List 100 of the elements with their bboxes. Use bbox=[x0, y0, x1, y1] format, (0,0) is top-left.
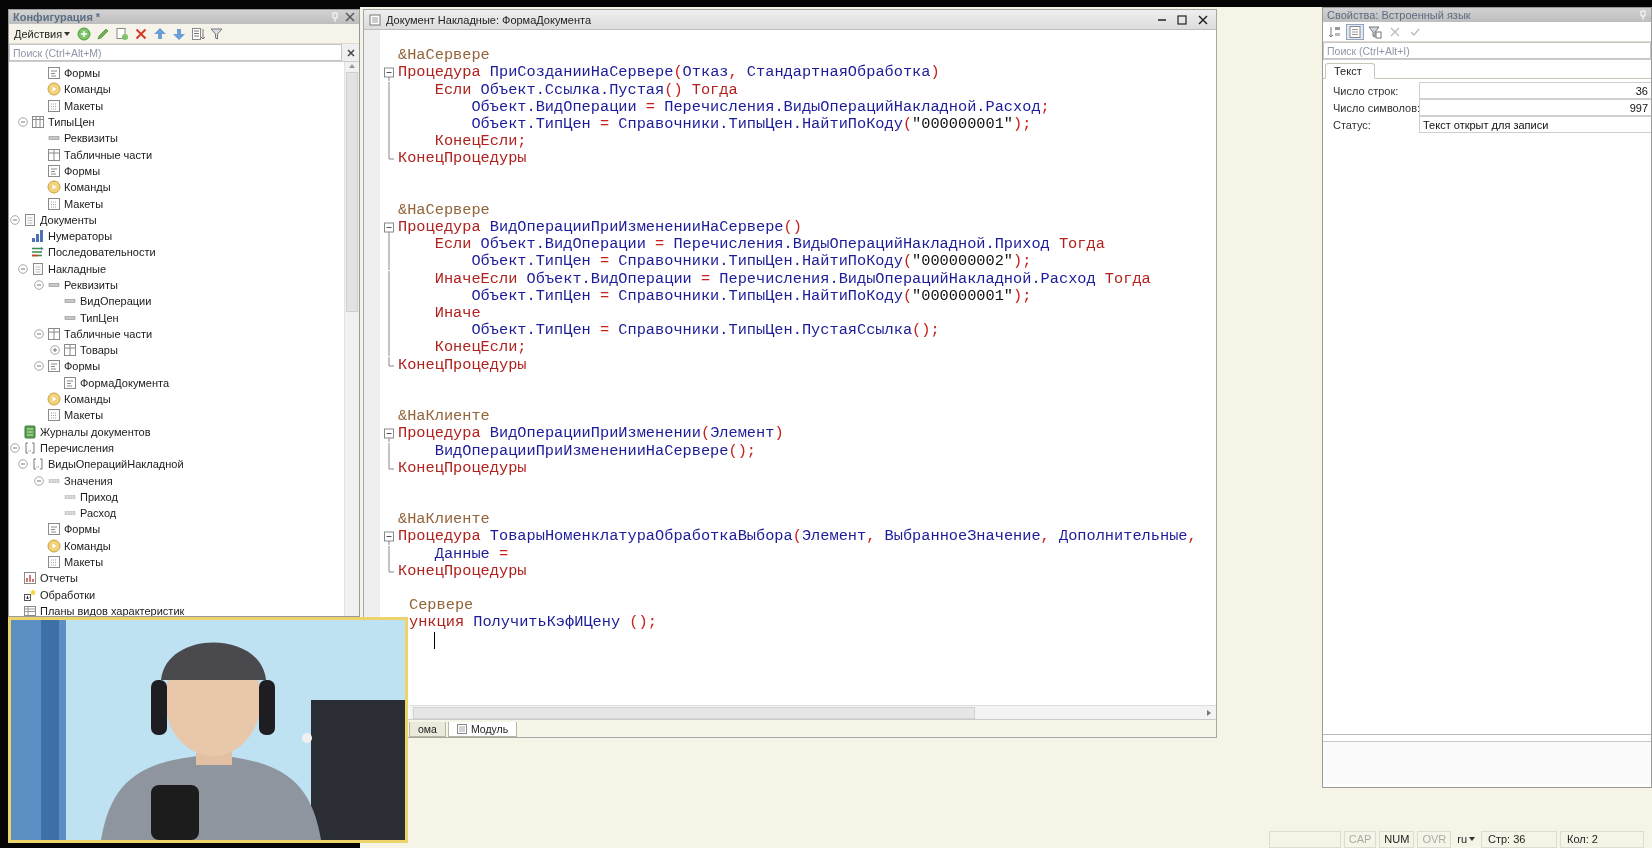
code-line: КонецПроцедуры bbox=[398, 356, 527, 374]
tree-item[interactable]: ТипыЦен bbox=[9, 113, 344, 131]
sort-icon bbox=[1328, 24, 1342, 39]
table-icon bbox=[47, 147, 61, 162]
tree-item[interactable]: Макеты bbox=[9, 553, 344, 571]
collapse-icon[interactable] bbox=[384, 425, 394, 443]
layout-icon bbox=[47, 408, 61, 423]
layout-icon bbox=[47, 196, 61, 211]
code-line: Объект.ТипЦен = Справочники.ТипыЦен.ПустаяСсылка(); bbox=[470, 322, 940, 340]
scrollbar[interactable] bbox=[344, 62, 359, 616]
tree-item[interactable]: Документы bbox=[9, 211, 344, 228]
property-field[interactable]: 997 bbox=[1419, 99, 1651, 116]
toolbar-button[interactable] bbox=[1346, 23, 1364, 40]
tree-item[interactable]: Команды bbox=[9, 179, 344, 196]
collapse-icon[interactable] bbox=[9, 214, 20, 225]
collapse-icon[interactable] bbox=[17, 117, 28, 128]
collapse-icon[interactable] bbox=[33, 328, 44, 339]
list-icon bbox=[1348, 24, 1362, 39]
tree-item[interactable]: Формы bbox=[9, 521, 344, 538]
tree-item[interactable]: Табличные части bbox=[9, 146, 344, 163]
collapse-icon[interactable] bbox=[33, 361, 44, 372]
tree-item[interactable]: ВидОперации bbox=[9, 293, 344, 310]
code-line: Объект.ТипЦен = Справочники.ТипыЦен.НайтиПоКоду("000000001"); bbox=[470, 115, 1032, 134]
clear-button[interactable] bbox=[342, 44, 359, 61]
code-line: КонецЕсли; bbox=[433, 133, 527, 151]
tree-item[interactable]: Табличные части bbox=[9, 325, 344, 343]
delete-icon bbox=[134, 26, 149, 41]
collapse-icon[interactable] bbox=[33, 280, 44, 290]
search-field[interactable]: Поиск (Ctrl+Alt+M) bbox=[9, 44, 342, 61]
property-label: Число символов: bbox=[1332, 101, 1419, 114]
close-icon bbox=[345, 12, 355, 22]
code-line: Данные = bbox=[433, 545, 509, 563]
journal-icon bbox=[23, 424, 37, 439]
close-button[interactable] bbox=[1195, 14, 1211, 25]
tree-item[interactable]: Формы bbox=[9, 358, 344, 375]
tree-item[interactable]: Журналы документов bbox=[9, 423, 344, 440]
code-line: Объект.ТипЦен = Справочники.ТипыЦен.НайтиПоКоду("000000002"); bbox=[470, 253, 1032, 271]
tree-item[interactable]: Реквизиты bbox=[9, 130, 344, 147]
tree-item[interactable]: Формы bbox=[9, 162, 344, 180]
collapse-icon[interactable] bbox=[9, 442, 20, 453]
property-field[interactable]: Текст открыт для записи bbox=[1419, 116, 1651, 133]
status-field: Кол: 2 bbox=[1560, 830, 1644, 848]
move-up-icon bbox=[153, 26, 168, 41]
property-field[interactable]: 36 bbox=[1419, 82, 1651, 99]
tree-item[interactable]: ФормаДокумента bbox=[9, 374, 344, 391]
tree-item[interactable]: Команды bbox=[9, 537, 344, 554]
code-line: КонецЕсли; bbox=[433, 339, 527, 357]
tree-item[interactable]: Отчеты bbox=[9, 570, 344, 587]
tree-item[interactable]: Последовательности bbox=[9, 244, 344, 261]
search-field[interactable]: Поиск (Ctrl+Alt+I) bbox=[1323, 42, 1651, 59]
horizontal-scrollbar[interactable] bbox=[410, 705, 1216, 719]
enum-icon bbox=[23, 440, 37, 455]
module-icon bbox=[456, 724, 467, 734]
collapse-icon[interactable] bbox=[17, 459, 28, 470]
tree-item[interactable]: Реквизиты bbox=[9, 276, 344, 294]
collapse-icon[interactable] bbox=[384, 64, 394, 82]
tree-item[interactable]: Перечисления bbox=[9, 439, 344, 457]
code-line: &НаСервере bbox=[398, 201, 490, 220]
close-icon bbox=[1198, 14, 1208, 25]
expand-icon[interactable] bbox=[49, 345, 60, 356]
document-icon bbox=[23, 212, 37, 227]
tree-item[interactable]: Товары bbox=[9, 342, 344, 359]
tree-item[interactable]: Формы bbox=[9, 65, 344, 82]
tree-item[interactable]: Приход bbox=[9, 488, 344, 505]
toolbar-button[interactable] bbox=[1366, 23, 1384, 40]
tree-item[interactable]: Нумераторы bbox=[9, 227, 344, 245]
tree-item[interactable]: Расход bbox=[9, 505, 344, 522]
tree-item[interactable]: Макеты bbox=[9, 195, 344, 212]
numerator-icon bbox=[31, 229, 45, 244]
tree-item[interactable]: Обработки bbox=[9, 586, 344, 603]
collapse-icon[interactable] bbox=[33, 475, 44, 486]
collapse-icon[interactable] bbox=[384, 219, 394, 237]
text-cursor bbox=[433, 631, 436, 649]
code-line: &НаКлиенте bbox=[398, 511, 490, 529]
document-tab[interactable]: Модуль bbox=[447, 722, 518, 737]
language-selector[interactable]: ru bbox=[1454, 833, 1478, 845]
collapse-icon[interactable] bbox=[17, 263, 28, 274]
panel-title: Конфигурация * bbox=[13, 11, 102, 23]
tree-item[interactable]: Макеты bbox=[9, 407, 344, 424]
maximize-button[interactable] bbox=[1174, 14, 1190, 25]
form-icon bbox=[47, 359, 61, 374]
tree-item[interactable]: Накладные bbox=[9, 260, 344, 277]
collapse-icon[interactable] bbox=[384, 528, 394, 546]
tree-item[interactable]: Команды bbox=[9, 81, 344, 98]
document-tab[interactable]: ома bbox=[409, 722, 446, 737]
tree-item[interactable]: Значения bbox=[9, 472, 344, 489]
panel-title: Свойства: Встроенный язык bbox=[1327, 9, 1472, 21]
property-label: Статус: bbox=[1332, 118, 1372, 131]
close-icon bbox=[346, 48, 355, 57]
minimize-button[interactable] bbox=[1155, 18, 1169, 21]
tree-item[interactable]: ТипЦен bbox=[9, 309, 344, 326]
command-icon bbox=[47, 82, 61, 97]
tab[interactable]: Текст bbox=[1325, 63, 1375, 79]
form-icon bbox=[47, 66, 61, 81]
actions-menu[interactable]: Действия bbox=[12, 27, 73, 40]
tree-item[interactable]: Макеты bbox=[9, 97, 344, 114]
minimize-icon bbox=[1158, 18, 1166, 21]
tree-item[interactable]: Команды bbox=[9, 390, 344, 408]
tree-item[interactable]: ВидыОперацийНакладной bbox=[9, 456, 344, 473]
table-icon bbox=[47, 326, 61, 341]
